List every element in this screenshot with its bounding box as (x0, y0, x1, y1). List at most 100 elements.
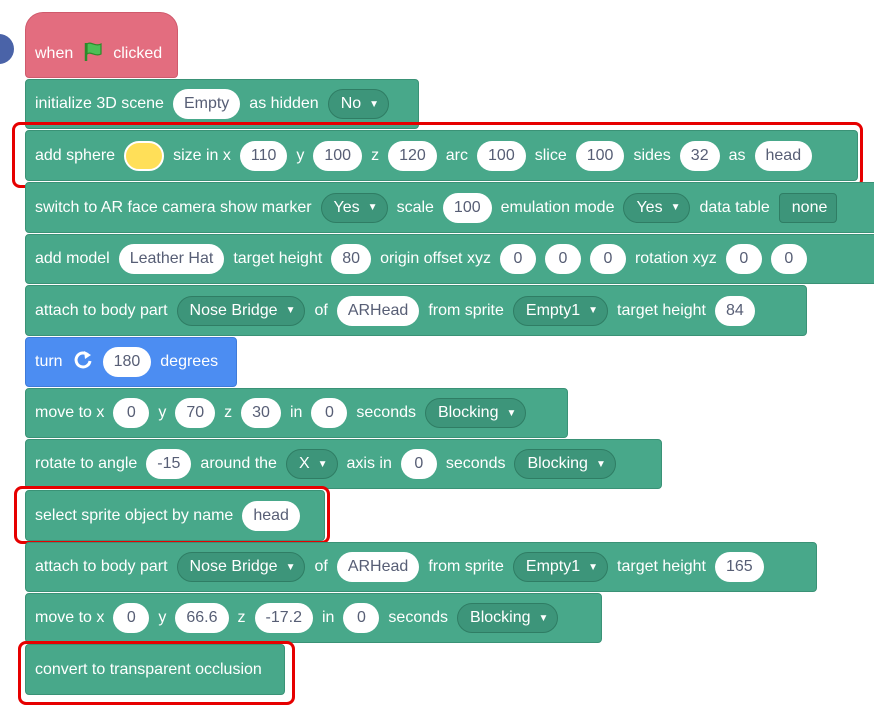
show-marker-dropdown[interactable]: Yes ▼ (320, 192, 388, 223)
dropdown-value: Nose Bridge (189, 558, 278, 575)
block-label: target height (617, 558, 706, 575)
seconds-input[interactable]: 0 (400, 449, 437, 479)
dropdown-value: Yes (636, 198, 663, 216)
size-z-input[interactable]: 120 (388, 140, 437, 171)
y-input[interactable]: 70 (175, 398, 216, 428)
dropdown-value: No (340, 95, 362, 112)
rotation-y-input[interactable]: 0 (770, 244, 807, 274)
rotate-to-angle-block[interactable]: rotate to angle -15 around the X ▼ axis i… (25, 439, 662, 489)
add-model-block[interactable]: add model Leather Hat target height 80 o… (25, 234, 874, 284)
dropdown-value: Blocking (470, 609, 531, 626)
degrees-input[interactable]: 180 (102, 347, 152, 377)
move-to-xyz-block[interactable]: move to x 0 y 66.6 z -17.2 in 0 seconds … (25, 593, 602, 643)
caret-down-icon: ▼ (285, 561, 296, 573)
block-label: degrees (160, 353, 219, 370)
caret-down-icon: ▼ (367, 202, 378, 213)
hidden-dropdown[interactable]: No ▼ (327, 89, 390, 119)
offset-x-input[interactable]: 0 (499, 244, 536, 274)
x-input[interactable]: 0 (113, 398, 150, 428)
model-input[interactable]: Leather Hat (118, 244, 225, 274)
arc-input[interactable]: 100 (477, 140, 526, 171)
block-label: in (321, 609, 335, 626)
block-label: rotation xyz (634, 250, 717, 267)
select-sprite-object-block[interactable]: select sprite object by name head (25, 490, 325, 541)
add-sphere-block[interactable]: add sphere size in x 110 y 100 z 120 arc… (25, 130, 858, 181)
scene-input[interactable]: Empty (172, 89, 241, 119)
body-part-dropdown[interactable]: Nose Bridge ▼ (176, 295, 306, 326)
angle-input[interactable]: -15 (146, 449, 192, 479)
move-to-xyz-block[interactable]: move to x 0 y 70 z 30 in 0 seconds Block… (25, 388, 568, 438)
dropdown-value: none (791, 198, 828, 216)
sides-input[interactable]: 32 (679, 140, 720, 171)
z-input[interactable]: 30 (241, 398, 281, 428)
caret-down-icon: ▼ (588, 561, 599, 573)
block-label: of (314, 558, 328, 575)
when-flag-clicked-block[interactable]: when clicked (25, 12, 178, 78)
block-label: initialize 3D scene (35, 95, 164, 112)
block-label: switch to AR face camera show marker (35, 198, 312, 216)
block-label: around the (200, 455, 277, 472)
y-input[interactable]: 66.6 (175, 603, 229, 633)
sprite-dropdown[interactable]: Empty1 ▼ (512, 295, 609, 326)
object-name-input[interactable]: head (242, 500, 300, 531)
attach-to-body-part-block[interactable]: attach to body part Nose Bridge ▼ of ARHe… (25, 285, 807, 336)
dropdown-value: Empty1 (525, 558, 581, 575)
rotation-x-input[interactable]: 0 (725, 244, 762, 274)
offset-z-input[interactable]: 0 (589, 244, 626, 274)
turn-block[interactable]: turn 180 degrees (25, 337, 237, 387)
body-part-dropdown[interactable]: Nose Bridge ▼ (176, 552, 306, 582)
clicked-label: clicked (113, 45, 163, 62)
offset-y-input[interactable]: 0 (544, 244, 581, 274)
size-x-input[interactable]: 110 (239, 140, 288, 171)
x-input[interactable]: 0 (113, 603, 150, 633)
block-label: target height (617, 301, 706, 319)
axis-dropdown[interactable]: X ▼ (285, 449, 338, 479)
script-tab-icon[interactable] (0, 34, 14, 64)
target-height-input[interactable]: 84 (715, 295, 755, 326)
of-input[interactable]: ARHead (336, 295, 420, 326)
green-flag-icon (82, 41, 104, 68)
slice-input[interactable]: 100 (575, 140, 625, 171)
dropdown-value: Nose Bridge (189, 301, 278, 319)
block-label: attach to body part (35, 301, 168, 319)
scale-input[interactable]: 100 (442, 192, 492, 223)
seconds-input[interactable]: 0 (343, 603, 380, 633)
sprite-dropdown[interactable]: Empty1 ▼ (512, 552, 609, 582)
block-label: target height (233, 250, 323, 267)
dropdown-value: Yes (333, 198, 360, 216)
object-name-input[interactable]: head (754, 140, 813, 171)
target-height-input[interactable]: 165 (715, 552, 764, 582)
attach-to-body-part-block[interactable]: attach to body part Nose Bridge ▼ of ARHe… (25, 542, 817, 592)
blocking-dropdown[interactable]: Blocking ▼ (425, 398, 527, 428)
z-input[interactable]: -17.2 (254, 603, 313, 633)
block-label: convert to transparent occlusion (35, 660, 262, 678)
color-picker[interactable] (124, 140, 165, 171)
caret-down-icon: ▼ (538, 612, 549, 624)
seconds-input[interactable]: 0 (311, 398, 348, 428)
caret-down-icon: ▼ (506, 407, 517, 419)
of-input[interactable]: ARHead (336, 552, 420, 582)
size-y-input[interactable]: 100 (313, 140, 363, 171)
block-label: move to x (35, 609, 105, 626)
blocking-dropdown[interactable]: Blocking ▼ (514, 449, 616, 479)
block-label: attach to body part (35, 558, 168, 575)
block-label: scale (396, 198, 434, 216)
initialize-3d-scene-block[interactable]: initialize 3D scene Empty as hidden No ▼ (25, 79, 419, 129)
switch-ar-face-camera-block[interactable]: switch to AR face camera show marker Yes… (25, 182, 874, 233)
block-label: add model (35, 250, 110, 267)
caret-down-icon: ▼ (670, 202, 681, 213)
block-label: seconds (445, 455, 506, 472)
emulation-mode-dropdown[interactable]: Yes ▼ (623, 192, 691, 223)
blocking-dropdown[interactable]: Blocking ▼ (457, 603, 559, 633)
block-label: add sphere (35, 146, 116, 164)
target-height-input[interactable]: 80 (331, 244, 372, 274)
convert-transparent-occlusion-block[interactable]: convert to transparent occlusion (25, 644, 285, 695)
block-label: in (289, 404, 303, 421)
block-label: z (224, 404, 233, 421)
block-label: sides (633, 146, 671, 164)
block-label: select sprite object by name (35, 506, 234, 524)
when-label: when (35, 45, 74, 62)
block-label: of (314, 301, 328, 319)
data-table-dropdown[interactable]: none (778, 192, 838, 223)
rotate-clockwise-icon (72, 349, 94, 376)
